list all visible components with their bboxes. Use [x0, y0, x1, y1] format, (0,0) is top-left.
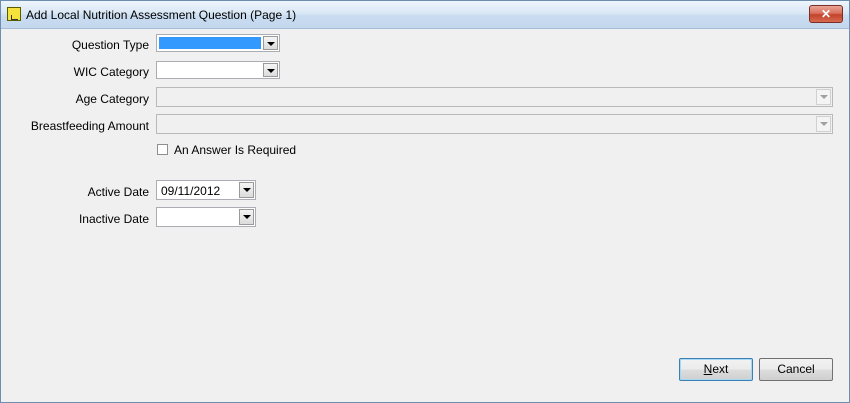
calendar-dropdown-icon[interactable]: [239, 209, 254, 225]
calendar-dropdown-icon[interactable]: [239, 182, 254, 198]
active-date-label: Active Date: [87, 185, 149, 199]
answer-required-label[interactable]: An Answer Is Required: [174, 143, 296, 157]
dialog-window: Add Local Nutrition Assessment Question …: [0, 0, 850, 403]
inactive-date-label: Inactive Date: [78, 212, 149, 226]
question-type-label: Question Type: [71, 38, 149, 52]
wic-category-label: WIC Category: [73, 65, 149, 79]
active-date-picker[interactable]: 09/11/2012: [156, 180, 256, 200]
title-bar[interactable]: Add Local Nutrition Assessment Question …: [1, 1, 849, 29]
question-type-select[interactable]: [156, 34, 280, 52]
breastfeeding-amount-label: Breastfeeding Amount: [30, 119, 149, 133]
age-category-select: [156, 87, 833, 107]
wic-category-select[interactable]: [156, 61, 280, 79]
chevron-down-icon: [816, 89, 831, 105]
chevron-down-icon[interactable]: [263, 63, 278, 77]
chevron-down-icon[interactable]: [263, 36, 278, 50]
next-button[interactable]: Next: [679, 358, 753, 381]
inactive-date-picker[interactable]: [156, 207, 256, 227]
question-type-selection-highlight: [159, 37, 261, 49]
answer-required-checkbox[interactable]: [157, 144, 168, 155]
chevron-down-icon: [816, 116, 831, 132]
close-button[interactable]: ✕: [809, 5, 843, 23]
next-label: ext: [712, 362, 729, 376]
active-date-value: 09/11/2012: [161, 184, 221, 198]
app-icon: [7, 7, 21, 21]
age-category-label: Age Category: [75, 92, 149, 106]
breastfeeding-amount-select: [156, 114, 833, 134]
window-title: Add Local Nutrition Assessment Question …: [26, 8, 297, 22]
cancel-button[interactable]: Cancel: [759, 358, 833, 381]
